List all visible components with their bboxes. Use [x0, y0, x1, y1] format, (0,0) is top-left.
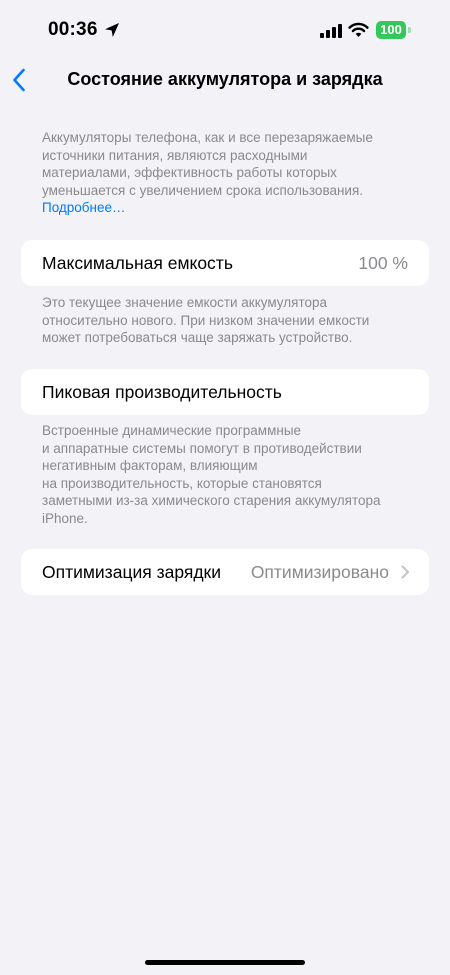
battery-level: 100	[380, 22, 402, 37]
max-capacity-footnote: Это текущее значение емкости аккумулятор…	[42, 294, 414, 347]
charging-optimization-row[interactable]: Оптимизация зарядки Оптимизировано	[21, 549, 429, 595]
footnote-line: может потребоваться чаще заряжать устрой…	[42, 330, 353, 345]
charging-optimization-label: Оптимизация зарядки	[42, 562, 221, 582]
footnote-line: и аппаратные системы помогут в противоде…	[42, 440, 362, 456]
charging-optimization-value: Оптимизировано	[250, 562, 389, 582]
footnote-line: относительно нового. При низком значении…	[42, 312, 370, 328]
cellular-signal-icon	[320, 24, 342, 38]
peak-performance-footnote: Встроенные динамические программные и ап…	[42, 422, 414, 527]
wifi-icon	[348, 22, 369, 37]
intro-line: материалами, эффективность работы которы…	[42, 165, 337, 180]
intro-line: уменьшается с увеличением срока использо…	[42, 182, 364, 198]
max-capacity-value: 100 %	[358, 253, 408, 273]
footnote-line: негативным факторам, влияющим	[42, 458, 258, 473]
status-time: 00:36	[48, 19, 98, 40]
page-title: Состояние аккумулятора и зарядка	[67, 69, 383, 89]
footnote-line: на производительность, которые становятс…	[42, 475, 322, 491]
intro-line: источники питания, являются расходными	[42, 147, 308, 163]
peak-performance-row: Пиковая производительность	[21, 369, 429, 415]
status-bar: 00:36 100	[0, 0, 450, 60]
home-indicator[interactable]	[145, 960, 305, 965]
learn-more-link[interactable]: Подробнее…	[42, 199, 414, 217]
footnote-line: iPhone.	[42, 510, 88, 526]
peak-performance-label: Пиковая производительность	[42, 382, 282, 402]
footnote-line: Это текущее значение емкости аккумулятор…	[42, 295, 327, 310]
battery-tip-icon	[408, 27, 411, 33]
intro-description: Аккумуляторы телефона, как и все перезар…	[42, 129, 414, 217]
max-capacity-label: Максимальная емкость	[42, 253, 233, 273]
intro-line: Аккумуляторы телефона, как и все перезар…	[42, 130, 373, 145]
footnote-line: заметными из-за химического старения акк…	[42, 493, 381, 508]
location-arrow-icon	[105, 23, 119, 37]
battery-indicator: 100	[376, 21, 406, 39]
footnote-line: Встроенные динамические программные	[42, 423, 302, 438]
max-capacity-row: Максимальная емкость 100 %	[21, 240, 429, 286]
chevron-right-icon	[401, 565, 409, 579]
